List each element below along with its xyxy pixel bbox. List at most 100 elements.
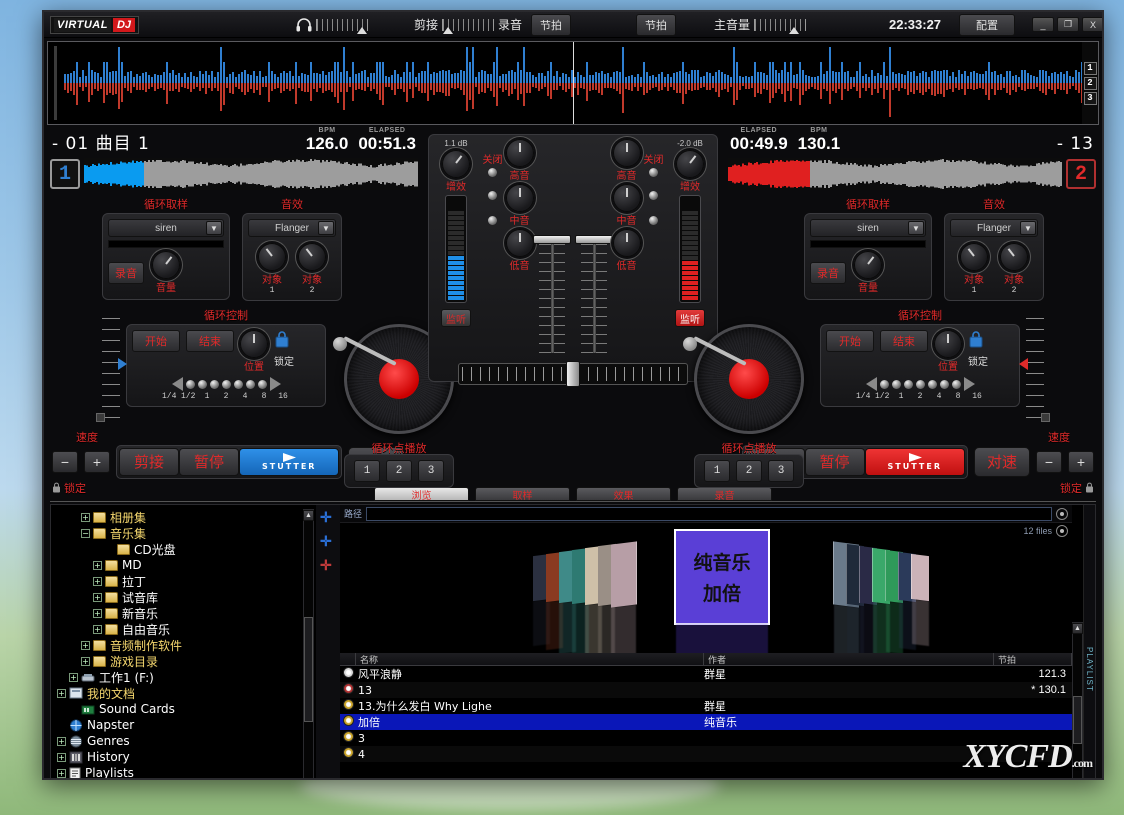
loop-halve-icon[interactable] [865,377,877,391]
mixer-kill-left-low[interactable] [488,216,497,225]
add-folder-icon[interactable]: ✛ [320,509,336,525]
deck-right-jog-wheel[interactable] [683,324,804,434]
tab-sampler[interactable]: 取样 [475,487,570,502]
tree-expander[interactable]: + [81,656,90,666]
mixer-gain-left-knob[interactable] [442,150,470,178]
deck-right-speed-plus[interactable]: + [1068,450,1094,473]
deck-right-cue-button-1[interactable]: 1 [704,460,730,482]
tree-item[interactable]: + 游戏目录 [51,653,301,669]
tab-browse[interactable]: 浏览 [374,487,469,502]
mixer-eq-left-mid-knob[interactable] [505,184,534,212]
deck-left-loop-end-button[interactable]: 结束 [186,330,234,352]
tree-item[interactable]: + 我的文档 [51,685,301,701]
loop-size-dot-1-2[interactable] [891,379,901,389]
crossfader[interactable] [458,361,688,387]
tree-item[interactable]: + Genres [51,733,301,749]
deck-left-effect-knob-2[interactable] [298,243,326,271]
tree-expander[interactable]: + [93,608,102,618]
deck-right-pitch-reset[interactable] [1041,413,1050,422]
folder-tree[interactable]: + 相册集 − 音乐集 CD光盘 + MD + 拉丁 + 试音库 + 新音乐 + 自由音乐 + 音频制作软件 + 游… [51,505,301,778]
deck-left-speed-plus[interactable]: + [84,450,110,473]
tree-expander[interactable]: + [81,512,90,522]
loop-size-dot-8[interactable] [939,379,949,389]
tree-expander[interactable]: + [57,736,66,746]
deck-right-sampler-select[interactable]: siren ▼ [810,219,926,237]
rhythm-wave-right[interactable] [573,42,1082,124]
deck-left-sampler-volume-knob[interactable] [152,251,180,279]
master-volume-slider[interactable] [754,18,807,34]
mixer-eq-right-low-knob[interactable] [612,229,641,257]
loop-size-dot-8[interactable] [245,379,255,389]
tree-expander[interactable]: + [93,624,102,634]
add-virtualfolder-icon[interactable]: ✛ [320,557,336,573]
deck-left-cue-button-2[interactable]: 2 [386,460,412,482]
crossfade-slider[interactable] [442,18,495,34]
scroll-up-icon[interactable]: ▲ [303,510,314,521]
loop-size-dot-16[interactable] [951,379,961,389]
close-button[interactable]: X [1082,17,1102,32]
mixer-kill-left-high[interactable] [488,168,497,177]
deck-right-jog-center[interactable] [729,359,769,399]
deck-left-pause-button[interactable]: 暂停 [179,447,240,476]
tree-item[interactable]: + 音频制作软件 [51,637,301,653]
deck-right-pause-button[interactable]: 暂停 [804,447,865,476]
column-artist[interactable]: 作者 [704,653,994,666]
deck-right-loop-start-button[interactable]: 开始 [826,330,874,352]
search-clear-icon[interactable] [1056,507,1068,520]
deck-right-effect-select[interactable]: Flanger ▼ [950,219,1038,237]
loop-double-icon[interactable] [963,377,975,391]
mixer-volume-fader-left[interactable] [533,235,571,353]
tree-item[interactable]: CD光盘 [51,541,301,557]
loop-size-dot-4[interactable] [927,379,937,389]
cover-item[interactable] [611,541,637,653]
tree-item[interactable]: + 试音库 [51,589,301,605]
table-row[interactable]: 加倍 纯音乐 [340,714,1072,730]
cover-item-selected[interactable]: 纯音乐 加倍 [674,529,770,653]
deck-right-sampler-record-button[interactable]: 录音 [810,261,846,284]
beat-button-right[interactable]: 节拍 [636,13,676,36]
minimize-button[interactable]: _ [1032,17,1054,32]
deck-left-scroll-waveform[interactable]: 1 [50,156,418,192]
deck-right-cue-button-2[interactable]: 2 [736,460,762,482]
tree-item[interactable]: Napster [51,717,301,733]
tree-expander[interactable]: + [93,576,102,586]
mixer-eq-right-high-knob[interactable] [612,139,641,167]
maximize-button[interactable]: ❐ [1057,17,1079,32]
deck-right-waveform-canvas[interactable] [728,158,1062,190]
tree-item[interactable]: + 自由音乐 [51,621,301,637]
wave-deck-selector[interactable]: 1 2 3 [1082,42,1098,124]
lock-icon[interactable] [1085,482,1094,493]
tree-expander[interactable]: + [57,688,66,698]
mixer-eq-left-low-knob[interactable] [505,229,534,257]
deck-right-loop-end-button[interactable]: 结束 [880,330,928,352]
config-button[interactable]: 配置 [959,13,1015,36]
tree-item[interactable]: + MD [51,557,301,573]
tree-item[interactable]: + Playlists [51,765,301,778]
deck-right-loop-position-knob[interactable] [934,330,962,358]
deck-left-cut-button[interactable]: 剪接 [119,447,180,476]
mixer-kill-left-mid[interactable] [488,191,497,200]
deck-left-loop-start-button[interactable]: 开始 [132,330,180,352]
deck-right-cue-button-3[interactable]: 3 [768,460,794,482]
loop-size-dot-1[interactable] [903,379,913,389]
mixer-cue-right-button[interactable]: 监听 [675,309,705,327]
chevron-down-icon[interactable]: ▼ [206,221,222,235]
record-label[interactable]: 录音 [498,16,522,33]
mixer-eq-right-mid-knob[interactable] [612,184,641,212]
cover-item[interactable] [911,553,929,647]
table-row[interactable]: 13.为什么发白 Why Lighe 群星 [340,698,1072,714]
loop-size-dot-1-4[interactable] [185,379,195,389]
loop-halve-icon[interactable] [171,377,183,391]
deck-left-sampler-record-button[interactable]: 录音 [108,261,144,284]
tracklist-scroll-thumb[interactable] [1073,695,1082,744]
tree-expander[interactable]: + [93,592,102,602]
tree-expander[interactable]: + [81,640,90,650]
tree-expander[interactable]: + [57,752,66,762]
mixer-kill-right-mid[interactable] [649,191,658,200]
wave-deck-button-2[interactable]: 2 [1083,76,1097,90]
tree-item[interactable]: Sound Cards [51,701,301,717]
mixer-volume-fader-right[interactable] [575,235,613,353]
tree-expander[interactable]: + [69,672,78,682]
chevron-down-icon[interactable]: ▼ [318,221,334,235]
headphone-mix-slider[interactable] [316,18,368,34]
